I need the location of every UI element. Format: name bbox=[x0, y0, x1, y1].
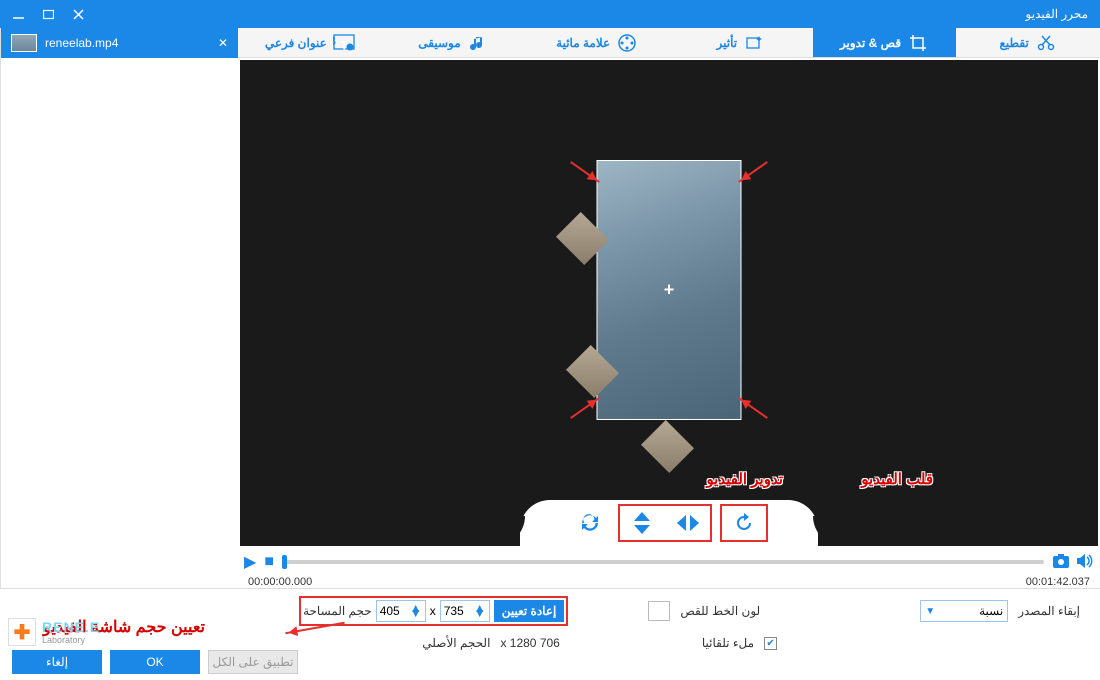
brand-logo: ✚ RENE.E Laboratory bbox=[8, 618, 100, 646]
svg-text:T: T bbox=[340, 38, 348, 52]
stop-button[interactable]: ■ bbox=[264, 553, 274, 571]
chevron-down-icon: ▼ bbox=[925, 606, 935, 617]
close-button[interactable] bbox=[72, 8, 84, 20]
file-sidebar: reneelab.mp4 ✕ bbox=[0, 28, 238, 588]
cutcolor-label: لون الخط للقص bbox=[680, 604, 760, 618]
play-button[interactable]: ▶ bbox=[244, 552, 256, 572]
file-tab[interactable]: reneelab.mp4 ✕ bbox=[1, 28, 238, 58]
crop-frame[interactable] bbox=[597, 160, 742, 420]
volume-button[interactable] bbox=[1076, 553, 1094, 572]
autofill-label: ملء تلقائيا bbox=[702, 636, 754, 650]
autofill-checkbox[interactable]: ✔ bbox=[764, 637, 777, 650]
file-name: reneelab.mp4 bbox=[45, 36, 118, 50]
annotation-arrow bbox=[570, 397, 600, 419]
height-input[interactable]: 405 ▲▼ bbox=[376, 600, 426, 622]
flip-horizontal-button[interactable] bbox=[668, 506, 708, 540]
file-thumbnail bbox=[11, 34, 37, 52]
seek-handle[interactable] bbox=[282, 555, 287, 569]
rotate-right-button[interactable] bbox=[724, 506, 764, 540]
width-input[interactable]: 735 ▲▼ bbox=[440, 600, 490, 622]
annotation-flip: قلب الفيديو bbox=[861, 470, 933, 488]
snapshot-button[interactable] bbox=[1052, 553, 1070, 572]
tab-watermark[interactable]: علامة مائية bbox=[525, 28, 669, 57]
ok-button[interactable]: OK bbox=[110, 650, 200, 674]
apply-all-button[interactable]: تطبيق على الكل bbox=[208, 650, 298, 674]
tab-music[interactable]: موسيقى bbox=[382, 28, 526, 57]
time-total: 00:01:42.037 bbox=[1026, 576, 1090, 588]
orig-label: الحجم الأصلي bbox=[422, 636, 490, 650]
tab-effect[interactable]: تأثير bbox=[669, 28, 813, 57]
annotation-arrow bbox=[570, 161, 600, 183]
source-label: إبقاء المصدر bbox=[1018, 604, 1080, 618]
color-swatch[interactable] bbox=[648, 601, 670, 621]
minimize-button[interactable] bbox=[12, 8, 24, 20]
subtitle-icon: SUB T bbox=[333, 32, 355, 54]
reset-button[interactable]: إعادة تعيين bbox=[494, 600, 565, 622]
refresh-button[interactable] bbox=[570, 506, 610, 540]
time-current: 00:00:00.000 bbox=[248, 576, 312, 588]
cancel-button[interactable]: إلغاء bbox=[12, 650, 102, 674]
annotation-arrow bbox=[738, 161, 768, 183]
seek-bar[interactable] bbox=[282, 560, 1044, 564]
flip-vertical-button[interactable] bbox=[622, 506, 662, 540]
ratio-select[interactable]: نسبة ▼ bbox=[920, 600, 1008, 622]
svg-text:SUB: SUB bbox=[333, 34, 336, 48]
tab-crop-rotate[interactable]: قص & تدوير bbox=[813, 28, 957, 57]
sparkle-icon bbox=[743, 32, 765, 54]
annotation-rotate: تدوير الفيديو bbox=[706, 470, 783, 488]
window-title: محرر الفيديو bbox=[1026, 7, 1088, 21]
crop-icon bbox=[907, 32, 929, 54]
tab-cut[interactable]: تقطيع bbox=[956, 28, 1100, 57]
file-close-button[interactable]: ✕ bbox=[218, 36, 228, 50]
maximize-button[interactable] bbox=[42, 8, 54, 20]
video-preview[interactable]: تدوير الفيديو قلب الفيديو bbox=[240, 60, 1098, 546]
tab-subtitle[interactable]: SUBT عنوان فرعي bbox=[238, 28, 382, 57]
reel-icon bbox=[616, 32, 638, 54]
scissors-icon bbox=[1035, 32, 1057, 54]
plus-icon: ✚ bbox=[14, 620, 31, 645]
orig-size: 706 x 1280 bbox=[500, 636, 559, 650]
annotation-arrow bbox=[738, 397, 768, 419]
music-note-icon bbox=[467, 32, 489, 54]
